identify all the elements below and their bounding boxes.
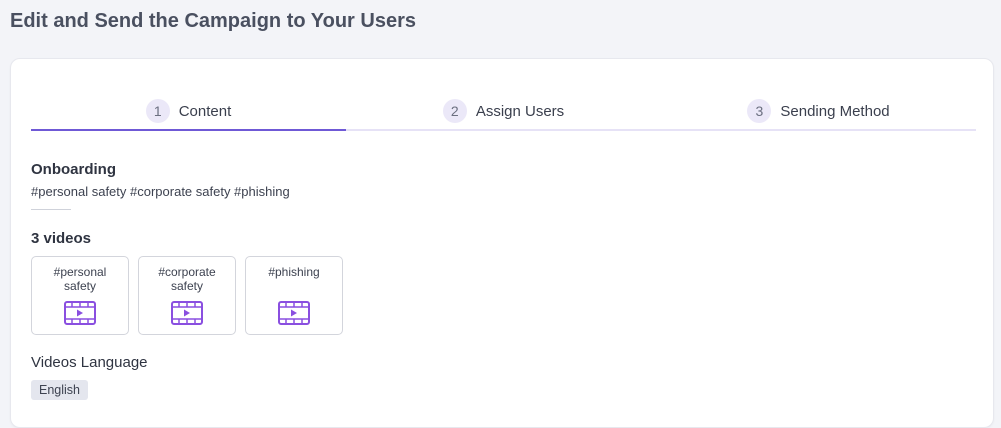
divider [31,209,71,210]
video-tag: #corporate safety [158,265,216,293]
video-tag: #phishing [268,265,320,279]
video-tag: #personal safety [53,265,107,293]
video-icon [171,301,203,325]
video-icon [278,301,310,325]
step-number: 1 [145,99,170,123]
step-label: Content [178,102,232,120]
step-label: Sending Method [780,102,890,120]
campaign-tags: #personal safety #corporate safety #phis… [31,184,290,199]
videos-language-title: Videos Language [31,354,148,371]
stepper: 1 Content 2 Assign Users 3 Sending Metho… [31,93,976,131]
step-content[interactable]: 1 Content [31,93,346,131]
videos-count: 3 videos [31,230,92,247]
video-card[interactable]: #phishing [245,256,343,335]
step-sending-method[interactable]: 3 Sending Method [661,93,976,129]
language-badge: English [31,380,88,400]
video-icon [64,301,96,325]
step-number: 3 [747,99,772,123]
step-assign-users[interactable]: 2 Assign Users [346,93,661,129]
video-list: #personal safety #corporate safety #phis… [31,256,343,335]
video-card[interactable]: #corporate safety [138,256,236,335]
campaign-card: 1 Content 2 Assign Users 3 Sending Metho… [10,58,994,428]
page-title: Edit and Send the Campaign to Your Users [10,10,416,32]
video-card[interactable]: #personal safety [31,256,129,335]
step-number: 2 [442,99,467,123]
campaign-name: Onboarding [31,161,116,178]
step-label: Assign Users [475,102,565,120]
